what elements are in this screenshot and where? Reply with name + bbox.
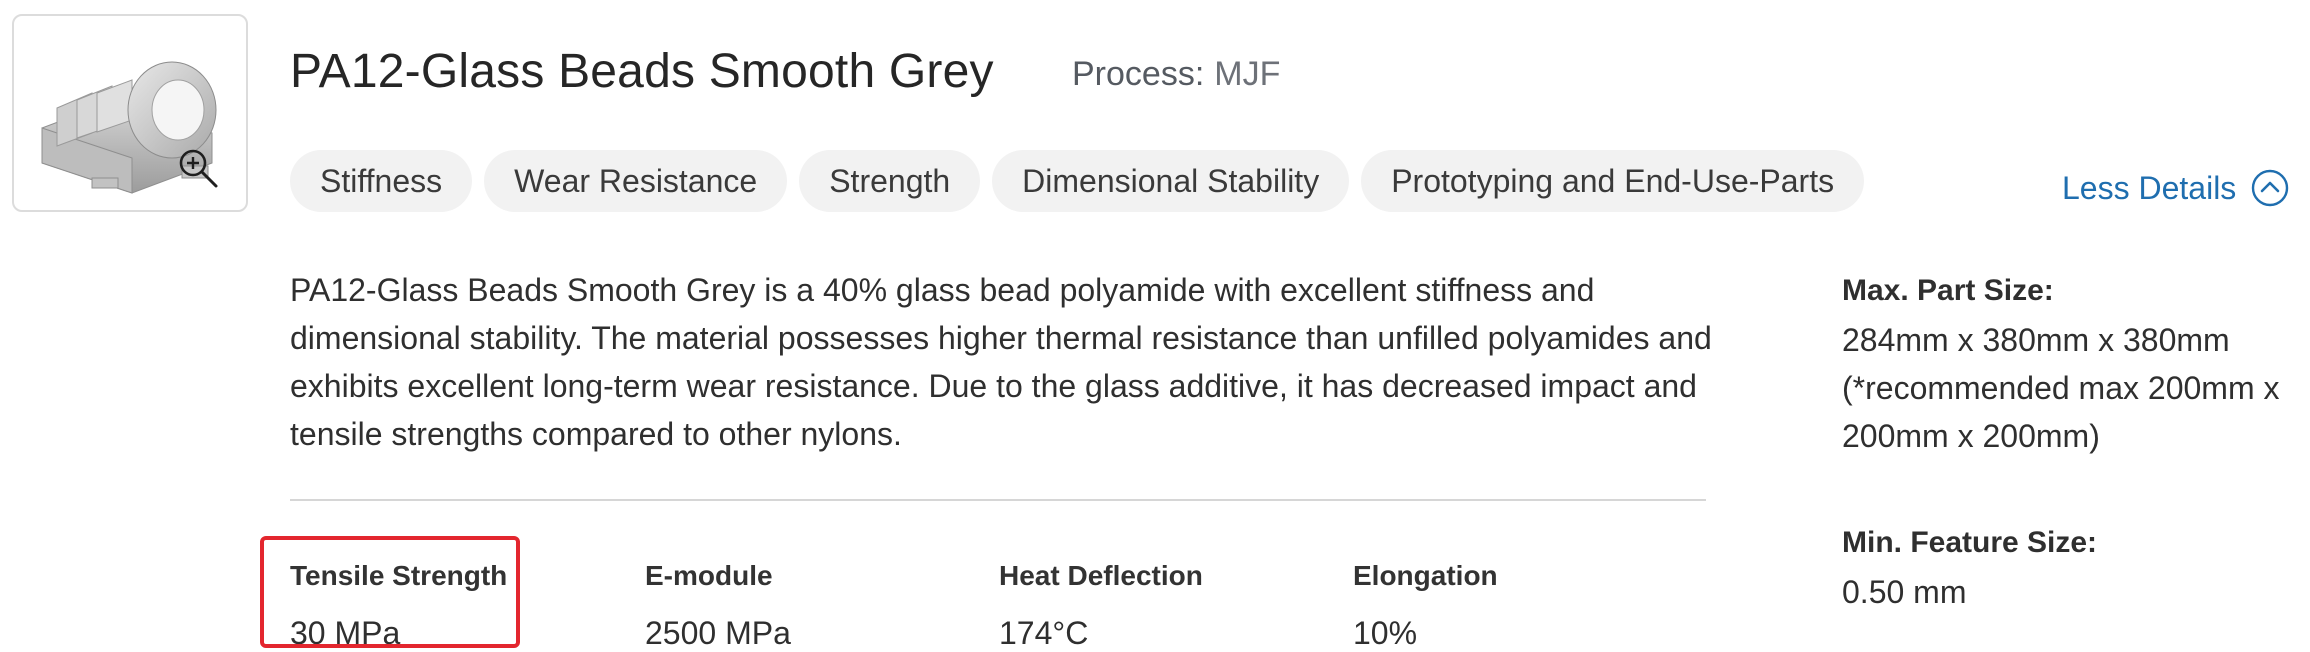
tag-stiffness[interactable]: Stiffness xyxy=(290,150,473,212)
chevron-up-circle-icon xyxy=(2252,169,2289,207)
material-description: PA12-Glass Beads Smooth Grey is a 40% gl… xyxy=(290,272,1712,452)
stat-label-elongation: Elongation xyxy=(1353,560,1498,591)
tag-wear-resistance[interactable]: Wear Resistance xyxy=(484,150,788,212)
material-thumbnail[interactable] xyxy=(12,14,248,212)
min-feature-size-value: 0.50 mm xyxy=(1842,574,1967,610)
divider xyxy=(290,499,1706,501)
process-value: MJF xyxy=(1214,55,1281,93)
max-part-size-value: 284mm x 380mm x 380mm (*recommended max … xyxy=(1842,322,2280,454)
stat-value-heat-deflection: 174°C xyxy=(999,615,1089,651)
min-feature-size-label: Min. Feature Size: xyxy=(1842,526,2098,559)
tag-prototyping[interactable]: Prototyping and End-Use-Parts xyxy=(1361,150,1865,212)
property-tags: Stiffness Wear Resistance Strength Dimen… xyxy=(290,150,1865,212)
zoom-in-icon[interactable] xyxy=(176,146,220,190)
less-details-label: Less Details xyxy=(2062,169,2237,206)
stat-value-elongation: 10% xyxy=(1353,615,1418,651)
stat-label-e-module: E-module xyxy=(645,560,773,591)
less-details-button[interactable]: Less Details xyxy=(2062,168,2290,208)
highlight-box xyxy=(260,536,520,648)
process-info: Process: MJF xyxy=(1072,55,1280,94)
max-part-size-label: Max. Part Size: xyxy=(1842,274,2054,307)
stat-label-heat-deflection: Heat Deflection xyxy=(999,560,1203,591)
tag-dimensional-stability[interactable]: Dimensional Stability xyxy=(992,150,1350,212)
process-label: Process: xyxy=(1072,55,1205,93)
material-title: PA12-Glass Beads Smooth Grey xyxy=(290,45,994,98)
tag-strength[interactable]: Strength xyxy=(799,150,981,212)
stat-value-e-module: 2500 MPa xyxy=(645,615,791,651)
